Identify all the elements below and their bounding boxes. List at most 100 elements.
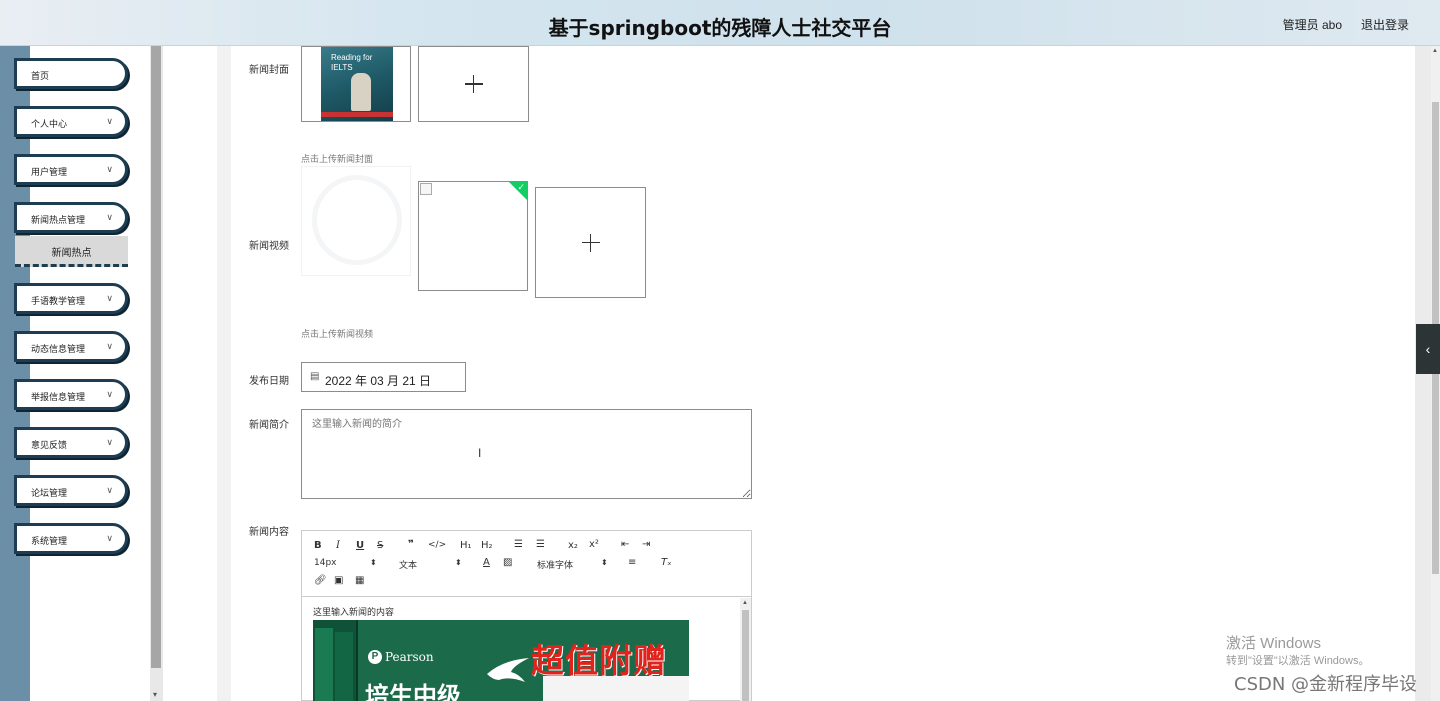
book-cover-title: Reading for IELTS <box>331 53 373 72</box>
promo-brand: Pearson <box>385 650 434 664</box>
book-cover-image: Reading for IELTS <box>321 47 393 121</box>
sidebar-item-forum[interactable]: 论坛管理 ∨ <box>14 475 128 506</box>
cover-image-thumbnail[interactable]: Reading for IELTS <box>301 46 411 122</box>
sidebar-item-feedback[interactable]: 意见反馈 ∨ <box>14 427 128 458</box>
scroll-up-arrow-icon[interactable]: ▲ <box>742 600 748 606</box>
chevron-down-icon: ∨ <box>106 164 113 174</box>
select-arrows-icon: ⬍ <box>601 558 608 567</box>
sidebar-item-dynamic-info[interactable]: 动态信息管理 ∨ <box>14 331 128 362</box>
sidebar-item-label: 意见反馈 <box>31 440 68 450</box>
plus-icon <box>581 233 600 252</box>
font-color-icon[interactable]: A <box>483 557 490 568</box>
bold-icon[interactable]: B <box>314 540 322 551</box>
image-icon[interactable]: ▣ <box>334 575 343 586</box>
italic-icon[interactable]: I <box>336 540 340 551</box>
video-label: 新闻视频 <box>249 241 289 252</box>
header2-icon[interactable]: H₂ <box>481 540 493 551</box>
sidebar-scrollbar-thumb[interactable] <box>151 46 161 668</box>
promo-red-text: 超值附赠 <box>531 641 667 680</box>
broken-image-icon <box>420 183 432 195</box>
chevron-down-icon: ∨ <box>106 341 113 351</box>
blockquote-icon[interactable]: ❞ <box>408 539 414 550</box>
font-family-select[interactable]: 标准字体 ⬍ <box>537 558 608 571</box>
sidebar-item-system[interactable]: 系统管理 ∨ <box>14 523 128 554</box>
swallow-icon <box>487 658 529 682</box>
chevron-down-icon: ∨ <box>106 533 113 543</box>
sidebar-item-home[interactable]: 首页 <box>14 58 128 89</box>
sidebar-item-sign-language[interactable]: 手语教学管理 ∨ <box>14 283 128 314</box>
book-cover-figure <box>351 73 371 111</box>
csdn-watermark: CSDN @金新程序毕设 <box>1234 674 1418 695</box>
content-gutter-shade <box>217 46 231 701</box>
sidebar-item-label: 个人中心 <box>31 119 68 129</box>
editor-toolbar: B I U S ❞ </> H₁ H₂ ☰ ☰ x₂ x² ⇤ ⇥ 14px ⬍ … <box>302 531 751 597</box>
promo-image: P Pearson 培生中级 超值附赠 <box>313 620 689 701</box>
admin-user-label: 管理员 abo <box>1282 18 1342 32</box>
sidebar-item-label: 新闻热点管理 <box>31 215 86 225</box>
sidebar-item-label: 动态信息管理 <box>31 344 86 354</box>
sidebar-item-user-management[interactable]: 用户管理 ∨ <box>14 154 128 185</box>
editor-scrollbar-thumb[interactable] <box>742 610 749 701</box>
sidebar-scrollbar[interactable]: ▾ <box>150 46 163 701</box>
video-upload-button[interactable] <box>535 187 646 298</box>
code-icon[interactable]: </> <box>428 540 446 550</box>
sidebar-rail <box>0 46 30 701</box>
intro-label: 新闻简介 <box>249 420 289 431</box>
scroll-up-arrow-icon[interactable]: ▲ <box>1432 48 1438 54</box>
book-cover-bar <box>321 112 393 117</box>
publish-date-picker[interactable]: ▤ 2022 年 03 月 21 日 <box>301 362 466 392</box>
chevron-down-icon: ∨ <box>106 293 113 303</box>
ordered-list-icon[interactable]: ☰ <box>514 539 523 550</box>
cover-upload-button[interactable] <box>418 46 529 122</box>
sidebar-item-news-management[interactable]: 新闻热点管理 ∨ <box>14 202 128 233</box>
strikethrough-icon[interactable]: S <box>377 540 383 551</box>
link-icon[interactable]: 🔗︎ <box>314 575 327 586</box>
cover-upload-hint: 点击上传新闻封面 <box>301 154 374 164</box>
header1-icon[interactable]: H₁ <box>460 540 472 551</box>
intro-textarea[interactable] <box>301 409 752 499</box>
superscript-icon[interactable]: x² <box>589 539 599 550</box>
font-size-select[interactable]: 14px ⬍ <box>314 558 377 568</box>
editor-scrollbar[interactable]: ▲ <box>740 598 751 701</box>
sidebar: ▾ <box>0 46 163 701</box>
top-header: 基于springboot的残障人士社交平台 管理员 abo 退出登录 <box>0 0 1440 46</box>
calendar-icon: ▤ <box>310 371 320 382</box>
clear-format-icon[interactable]: Tₓ <box>661 557 672 568</box>
chevron-down-icon: ∨ <box>106 212 113 222</box>
block-type-select[interactable]: 文本 ⬍ <box>399 558 462 571</box>
sidebar-item-label: 用户管理 <box>31 167 68 177</box>
sidebar-item-label: 手语教学管理 <box>31 296 86 306</box>
align-icon[interactable]: ≡ <box>628 557 636 568</box>
video-icon[interactable]: ▦ <box>355 575 364 586</box>
date-label: 发布日期 <box>249 376 289 387</box>
chevron-down-icon: ∨ <box>106 485 113 495</box>
logout-link[interactable]: 退出登录 <box>1361 16 1409 33</box>
sidebar-subitem-label: 新闻热点 <box>51 248 92 259</box>
rich-text-editor[interactable]: B I U S ❞ </> H₁ H₂ ☰ ☰ x₂ x² ⇤ ⇥ 14px ⬍ … <box>301 530 752 701</box>
subscript-icon[interactable]: x₂ <box>568 540 578 551</box>
windows-activation-hint: 转到"设置"以激活 Windows。 <box>1226 655 1370 667</box>
sidebar-item-label: 论坛管理 <box>31 488 68 498</box>
sidebar-item-label: 举报信息管理 <box>31 392 86 402</box>
background-color-icon[interactable]: ▨ <box>503 557 512 568</box>
editor-content[interactable]: 这里输入新闻的内容 P Pearson 培生中级 超值附赠 <box>302 598 740 701</box>
sidebar-subitem-news[interactable]: 新闻热点 <box>15 236 128 267</box>
chevron-down-icon: ∨ <box>106 437 113 447</box>
sidebar-item-report-info[interactable]: 举报信息管理 ∨ <box>14 379 128 410</box>
cover-label: 新闻封面 <box>249 65 289 76</box>
promo-books <box>313 620 358 701</box>
scroll-down-arrow-icon[interactable]: ▾ <box>153 690 157 699</box>
outdent-icon[interactable]: ⇤ <box>621 539 629 550</box>
video-thumbnail[interactable]: ✓ <box>418 181 528 291</box>
indent-icon[interactable]: ⇥ <box>642 539 650 550</box>
promo-cn-text: 培生中级 <box>365 682 461 701</box>
block-type-value: 文本 <box>399 561 418 571</box>
bullet-list-icon[interactable]: ☰ <box>536 539 545 550</box>
text-cursor-icon: Ι <box>478 446 482 460</box>
sidebar-item-personal-center[interactable]: 个人中心 ∨ <box>14 106 128 137</box>
underline-icon[interactable]: U <box>356 540 364 551</box>
chevron-down-icon: ∨ <box>106 389 113 399</box>
windows-activation-title: 激活 Windows <box>1226 635 1322 652</box>
video-placeholder[interactable] <box>301 166 411 276</box>
chevron-left-icon[interactable]: ‹ <box>1416 324 1440 374</box>
